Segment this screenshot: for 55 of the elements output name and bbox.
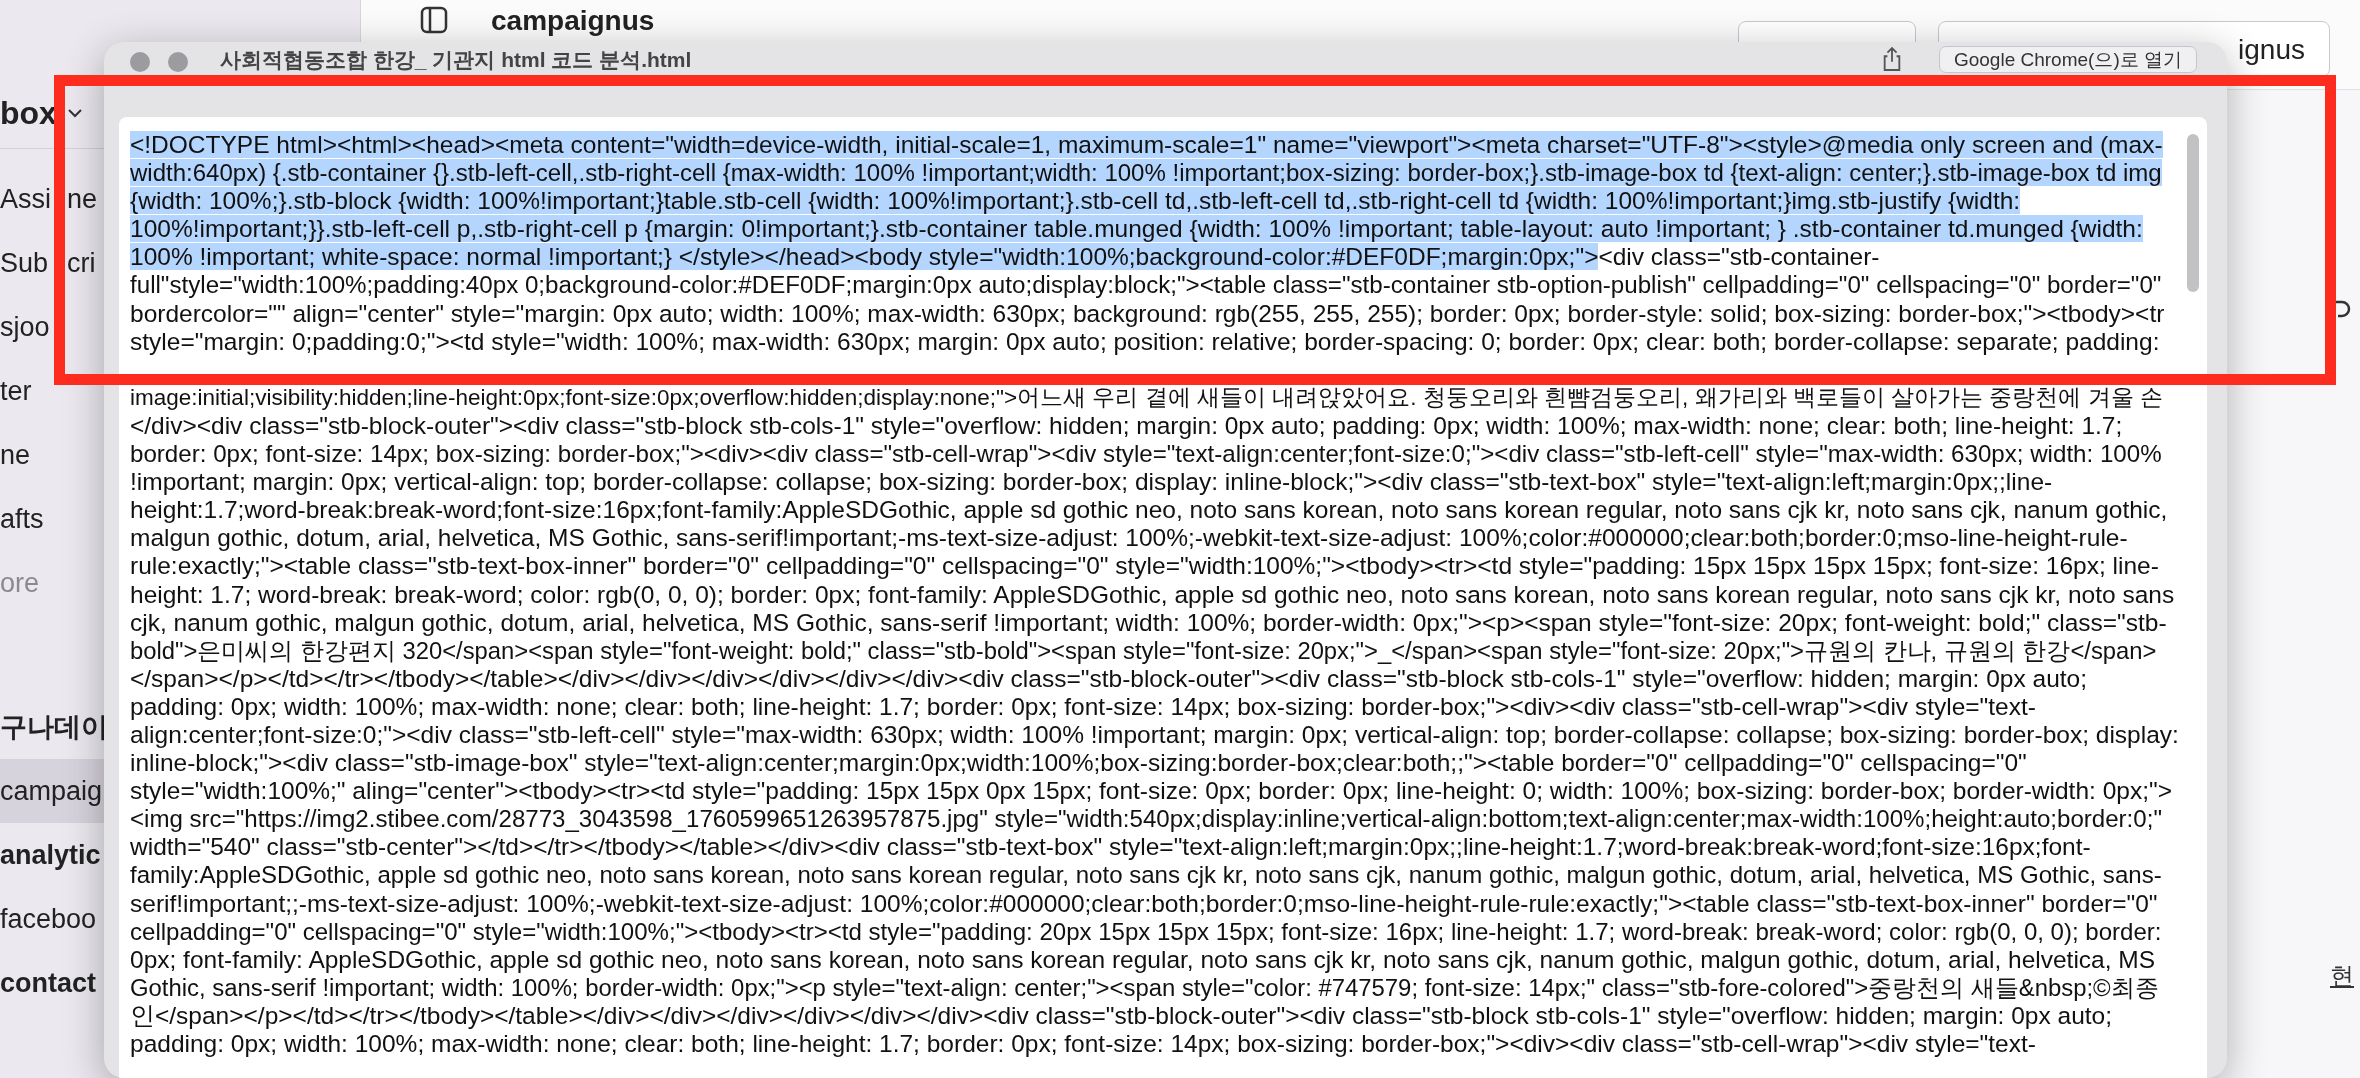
- code-text: 0px; font-family: AppleSDGothic, apple sd gothic neo, noto sans korean, noto sans korean regular, noto sans cjk kr, noto sans cjk, nanum gothic, malgun gothic, dotum, arial, helvetica, MS: [130, 945, 2156, 973]
- code-text: <img src="https://img2.stibee.com/28773_3043598_1760599651263957875.jpg" style="width:540px;display:inline;vertical-align:bottom;text-align:center;max-width:100%;height:auto;border:0;": [130, 805, 2162, 833]
- chevron-down-icon[interactable]: [66, 108, 83, 118]
- item-label-fragment: Sub: [0, 247, 50, 280]
- sidebar-item[interactable]: ne: [0, 423, 35, 487]
- code-text: border: 0px; font-size: 14px; box-sizing: border-box;"><div><div class="stb-cell-wrap"><div style="text-align:center;font-size:0;"><div class="stb-left-cell" style="max-width: 630px; width: 100%: [130, 440, 2162, 468]
- code-text: bordercolor="" align="center" style="margin: 0px auto; width: 100%; max-width: 630px; background: rgb(255, 255, 255); border: 0px; border-style: solid; box-sizing: border-box;"><tbody><tr: [130, 299, 2165, 327]
- code-text: rule:exactly;"><table class="stb-text-box-inner" border="0" cellpadding="0" cellspacing="0" style="width:100%;"><tbody><tr><td style="padding: 15px 15px 15px 15px; font-size: 16px; line-: [130, 552, 2159, 580]
- code-text: 인</span></p></td></tr></tbody></table></div></div></div></div></div></div><div class="stb-block-outer"><div class="stb-block stb-cols-1" style="overflow: hidden; margin: 0px auto;: [130, 1001, 2112, 1029]
- code-text: image:initial;visibility:hidden;line-height:0px;font-size:0px;overflow:hidden;display:none;">어느새 우리 곁에 새들이 내려앉았어요. 청둥오리와 흰뺨검둥오리, 왜가리와 백로들이 살아가는 중랑천에 겨울 손: [130, 384, 2163, 410]
- selected-code-text: <!DOCTYPE html><html><head><meta content="width=device-width, initial-scale=1, maximum-scale=1" name="viewport"><meta charset="UTF-8"><style>@media only screen and (max-: [130, 131, 2163, 158]
- scrollbar-thumb[interactable]: [2187, 134, 2199, 292]
- code-text: serif!important;;-ms-text-size-adjust: 100%;-webkit-text-size-adjust: 100%;color:#000000;clear:both;border:0;mso-line-height-rule-rule:exactly;"><table class="stb-text-box-inner" border="0": [130, 889, 2158, 917]
- mailbox-title[interactable]: box: [0, 94, 57, 132]
- code-text: width="540" class="stb-center"></td></tr></tbody></table></div><div class="stb-text-box" style="text-align:left;margin:0px;;line-height:1.7;word-break:break-word;font-size:16px;font-: [130, 833, 2091, 861]
- item-label-fragment: cri: [67, 247, 96, 280]
- selected-code-text: 100% !important; white-space: normal !important;} </style></head><body style="width:100%;background-color:#DEF0DF;margin:0px;">: [130, 243, 1599, 271]
- code-text: inline-block;"><div class="stb-image-box" style="text-align:center;margin:0px;width:100%;box-sizing:border-box;clear:both;;"><table border="0" cellpadding="0" cellspacing="0": [130, 749, 2027, 777]
- link-text[interactable]: 현: [2330, 960, 2354, 992]
- code-text: family:AppleSDGothic, apple sd gothic neo, noto sans korean, noto sans korean regular, noto sans cjk kr, noto sans cjk, nanum gothic, malgun gothic, dotum, arial, helvetica, MS Gothic, sans-: [130, 861, 2162, 889]
- sidebar-item[interactable]: Sub cri: [0, 231, 96, 295]
- workspace-name[interactable]: campaignus: [491, 5, 655, 37]
- code-text: padding: 0px; width: 100%; max-width: none; clear: both; line-height: 1.7; border: 0px; font-size: 14px; box-sizing: border-box;"><div><div class="stb-cell-wrap"><div style="text-: [130, 1030, 2036, 1057]
- item-label-fragment: Assi: [0, 183, 52, 216]
- sidebar-item[interactable]: campaig: [0, 759, 107, 823]
- selected-code-text: 100%!important;}}.stb-left-cell p,.stb-right-cell p {margin: 0!important;}.stb-container table.munged {width: 100% !important; table-layout: auto !important; } .stb-container td.munged {width:: [130, 215, 2143, 243]
- code-text: height:1.7;word-break:break-word;font-size:16px;font-family:AppleSDGothic, apple sd gothic neo, noto sans korean, noto sans korean regular, noto sans cjk kr, noto sans cjk, nanum gothic,: [130, 496, 2168, 524]
- sidebar-item[interactable]: sjoo: [0, 295, 54, 359]
- sidebar-heading[interactable]: analytic: [0, 823, 105, 887]
- sidebar-item[interactable]: ter: [0, 359, 36, 423]
- code-text: !important; margin: 0px; vertical-align: top; border-collapse: collapse; box-sizing: border-box; display: inline-block;"><div class="stb-text-box" style="text-align:left;margin:0px;;line-: [130, 468, 2053, 496]
- code-text: Gothic, sans-serif !important; width: 100%; border-width: 0px;"><p style="text-align: center;"><span style="color: #747579; font-size: 14px;" class="stb-fore-colored">중랑천의 새들&nbsp;©최종: [130, 973, 2159, 1001]
- selected-code-text: {width: 100%;}.stb-block {width: 100%!important;}table.stb-cell {width: 100%!important;}.stb-cell td,.stb-left-cell td,.stb-right-cell td {width: 100%!important;}img.stb-justify {width:: [130, 187, 2021, 215]
- code-text: </span></p></td></tr></tbody></table></div></div></div></div></div></div><div class="stb-block-outer"><div class="stb-block stb-cols-1" style="overflow: hidden; margin: 0px auto;: [130, 664, 2087, 692]
- selected-code-text: width:640px) {.stb-container {}.stb-left-cell,.stb-right-cell {max-width: 100% !important;width: 100% !important;box-sizing: border-box;}.stb-image-box td {text-align: center;}.stb-image-box td img: [130, 159, 2162, 187]
- code-text: style="margin: 0;padding:0;"><td style="width: 100%; max-width: 630px; margin: 0px auto; position: relative; border-spacing: 0; border: 0px; clear: both; border-collapse: separate; padding:: [130, 327, 2160, 355]
- sidebar-heading[interactable]: contact: [0, 951, 101, 1015]
- code-text: bold">은미씨의 한강편지 320</span><span style="font-weight: bold;" class="stb-bold"><span style="font-size: 20px;">_</span><span style="font-size: 20px;">규원의 칸나, 규원의 한강</span>: [130, 636, 2157, 664]
- code-text: cjk, nanum gothic, malgun gothic, dotum, arial, helvetica, MS Gothic, sans-serif !important; width: 100%; border-width: 0px;"><p><span style="font-size: 20px; font-weight: bold;" class="stb-: [130, 608, 2167, 636]
- code-text: <div class="stb-container-: [1598, 243, 1880, 271]
- sidebar-item[interactable]: afts: [0, 487, 48, 551]
- code-text: </div><div class="stb-block-outer"><div class="stb-block stb-cols-1" style="overflow: hidden; margin: 0px auto; padding: 0px; width: 100%; max-width: none; clear: both; line-height: 1.7;: [130, 411, 2123, 439]
- sidebar-toggle-icon[interactable]: [419, 5, 449, 35]
- sidebar-item[interactable]: faceboo: [0, 887, 101, 951]
- code-text: style="width:100%;" aling="center"><tbody><tr><td style="padding: 15px 15px 0px 15px; font-size: 0px; border: 0px; line-height: 0; width: 100%; box-sizing: border-box; border-width: 0px;">: [130, 777, 2172, 805]
- code-text: height: 1.7; word-break: break-word; color: rgb(0, 0, 0); border: 0px; font-family: AppleSDGothic, apple sd gothic neo, noto sans korean, noto sans korean regular, noto sans cjk kr, noto sans: [130, 580, 2175, 608]
- code-text: cellpadding="0" cellspacing="0" style="width:100%;"><tbody><tr><td style="padding: 20px 15px 15px 15px; font-size: 16px; line-height: 1.7; word-break: break-word; color: rgb(0, 0, 0); border:: [130, 917, 2162, 945]
- code-text: align:center;font-size:0;"><div class="stb-left-cell" style="max-width: 630px; width: 100% !important; margin: 0px; vertical-align: top; border-collapse: collapse; box-sizing: border-box; display:: [130, 720, 2179, 748]
- code-text: padding: 0px; width: 100%; max-width: none; clear: both; line-height: 1.7; border: 0px; font-size: 14px; box-sizing: border-box;"><div><div class="stb-cell-wrap"><div style="text-: [130, 692, 2036, 720]
- open-in-browser-button[interactable]: Google Chrome(으)로 열기: [1938, 46, 2197, 73]
- code-text: full"style="width:100%;padding:40px 0;background-color:#DEF0DF;margin:0px auto;display:block;"><table class="stb-container stb-option-publish" cellpadding="0" cellspacing="0" border="0": [130, 271, 2162, 299]
- code-text: malgun gothic, dotum, arial, helvetica, MS Gothic, sans-serif!important;-ms-text-size-adjust: 100%;-webkit-text-size-adjust: 100%;color:#000000;clear:both;border:0;mso-line-height-rule-: [130, 524, 2128, 552]
- window-title: 사회적협동조합 한강_ 기관지 html 코드 분석.html: [220, 47, 692, 73]
- item-label-fragment: ne: [67, 183, 98, 216]
- sidebar-item[interactable]: Assi ne: [0, 167, 98, 231]
